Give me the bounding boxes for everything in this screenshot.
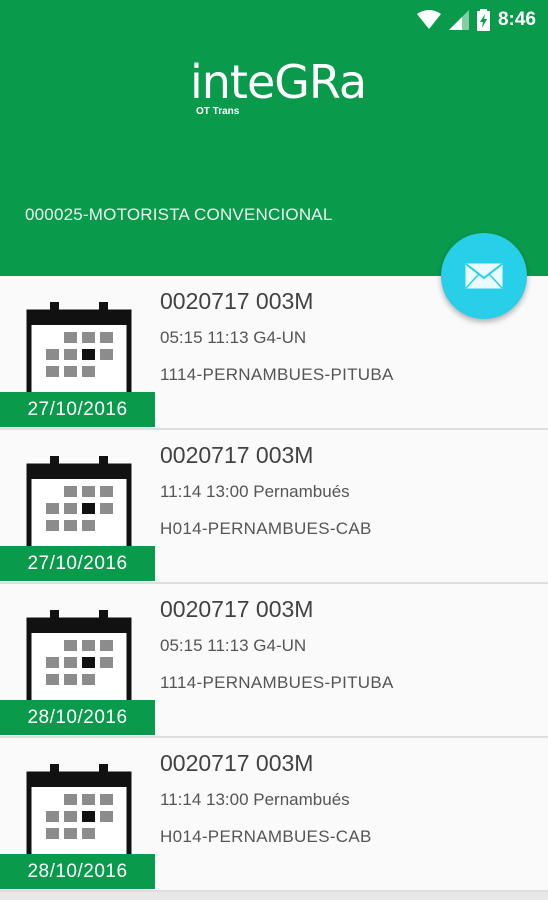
logo-sub-text: OT Trans	[196, 106, 240, 117]
trip-list-item[interactable]: 28/10/2016 0020717 003M 11:14 13:00 Pern…	[0, 738, 548, 892]
trip-list: 27/10/2016 0020717 003M 05:15 11:13 G4-U…	[0, 276, 548, 892]
integra-logo: inteGRa OT Trans	[190, 56, 390, 128]
trip-schedule: 05:15 11:13 G4-UN	[160, 328, 307, 347]
status-bar: 8:46	[0, 0, 548, 40]
trip-schedule: 11:14 13:00 Pernambués	[160, 482, 350, 501]
trip-list-item[interactable]: 27/10/2016 0020717 003M 11:14 13:00 Pern…	[0, 430, 548, 584]
message-fab-button[interactable]	[441, 233, 527, 319]
trip-date-badge: 27/10/2016	[0, 546, 155, 581]
trip-route: 1114-PERNAMBUES-PITUBA	[160, 365, 394, 384]
wifi-icon	[416, 10, 441, 29]
trip-code: 0020717 003M	[160, 596, 314, 622]
trip-code: 0020717 003M	[160, 750, 314, 776]
trip-date-badge: 27/10/2016	[0, 392, 155, 427]
trip-list-item[interactable]: 28/10/2016 0020717 003M 05:15 11:13 G4-U…	[0, 584, 548, 738]
battery-charging-icon	[476, 9, 490, 31]
mail-icon	[465, 263, 503, 289]
calendar-icon	[26, 764, 132, 864]
trip-date-badge: 28/10/2016	[0, 700, 155, 735]
status-icons: 8:46	[416, 9, 536, 31]
trip-route: 1114-PERNAMBUES-PITUBA	[160, 673, 394, 692]
calendar-icon	[26, 302, 132, 402]
trip-schedule: 11:14 13:00 Pernambués	[160, 790, 350, 809]
calendar-icon	[26, 456, 132, 556]
signal-icon	[448, 10, 469, 30]
trip-date-badge: 28/10/2016	[0, 854, 155, 889]
logo-main-text: inteGRa	[190, 55, 367, 109]
trip-schedule: 05:15 11:13 G4-UN	[160, 636, 307, 655]
trip-code: 0020717 003M	[160, 288, 314, 314]
trip-route: H014-PERNAMBUES-CAB	[160, 827, 372, 846]
calendar-icon	[26, 610, 132, 710]
status-time: 8:46	[497, 9, 536, 30]
trip-route: H014-PERNAMBUES-CAB	[160, 519, 372, 538]
driver-name: 000025-MOTORISTA CONVENCIONAL	[25, 205, 333, 224]
trip-code: 0020717 003M	[160, 442, 314, 468]
